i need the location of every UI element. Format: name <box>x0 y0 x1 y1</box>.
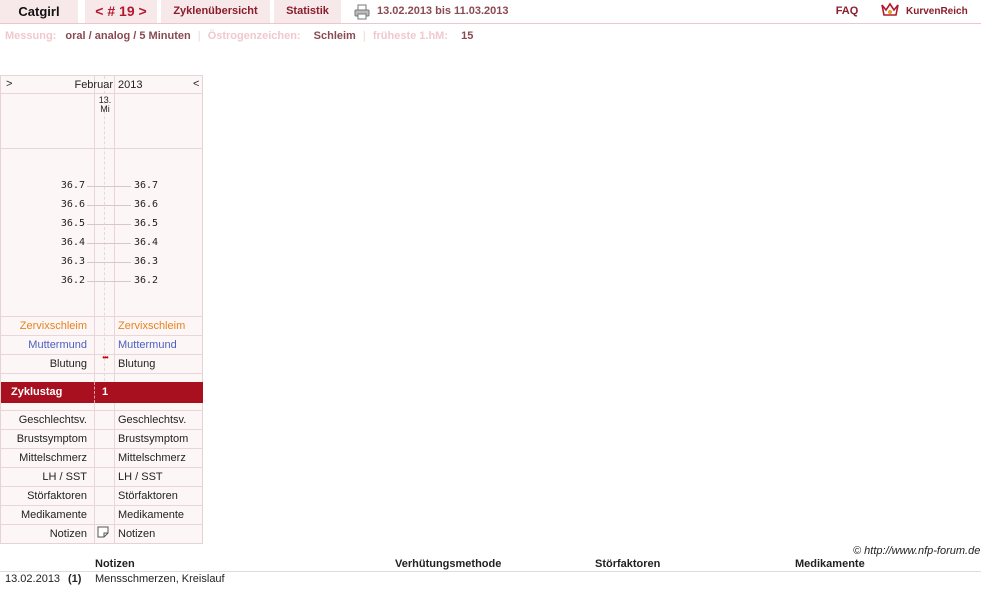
geschlechtsverkehr-label: Geschlechtsv. <box>18 414 87 426</box>
muttermund-label: Muttermund <box>28 339 87 351</box>
faq-link[interactable]: FAQ <box>830 0 864 23</box>
measurement-info: Messung: oral / analog / 5 Minuten | Öst… <box>5 30 473 44</box>
temp-label-left: 36.6 <box>60 199 85 210</box>
note-row-text: Mensschmerzen, Kreislauf <box>95 573 225 585</box>
zervixschleim-label-right: Zervixschleim <box>118 320 186 332</box>
table-header-divider <box>0 571 981 572</box>
col-header-verhuetung: Verhütungsmethode <box>395 558 502 570</box>
blutung-label: Blutung <box>49 358 87 370</box>
blutung-label-right: Blutung <box>118 358 156 370</box>
notizen-label-right: Notizen <box>118 528 156 540</box>
geschlechtsverkehr-label-right: Geschlechtsv. <box>118 414 187 426</box>
estrogen-label: Östrogenzeichen: <box>207 30 301 42</box>
separator: | <box>362 30 366 42</box>
temp-gridline <box>87 243 131 244</box>
temp-gridline <box>87 281 131 282</box>
stoerfaktoren-label: Störfaktoren <box>27 490 87 502</box>
note-row-date: 13.02.2013 <box>5 573 61 585</box>
column-divider <box>114 76 115 543</box>
top-bar: Catgirl < # 19 > Zyklenübersicht Statist… <box>0 0 981 24</box>
temp-label-right: 36.7 <box>134 180 159 191</box>
temp-gridline <box>87 224 131 225</box>
zervixschleim-label: Zervixschleim <box>19 320 87 332</box>
temp-label-left: 36.5 <box>60 218 85 229</box>
kurvenreich-logo-text[interactable]: KurvenReich <box>906 0 981 23</box>
note-row-number: (1) <box>68 573 82 585</box>
temp-label-left: 36.4 <box>60 237 85 248</box>
user-name[interactable]: Catgirl <box>0 0 78 23</box>
measure-value: oral / analog / 5 Minuten <box>65 30 191 42</box>
temp-label-left: 36.7 <box>60 180 85 191</box>
kurvenreich-logo-icon[interactable] <box>880 2 900 20</box>
mittelschmerz-label: Mittelschmerz <box>19 452 87 464</box>
lh-sst-label: LH / SST <box>42 471 87 483</box>
notizen-label: Notizen <box>49 528 87 540</box>
temp-label-right: 36.3 <box>134 256 159 267</box>
measure-label: Messung: <box>5 30 57 42</box>
row-divider <box>1 93 203 94</box>
estrogen-value: Schleim <box>313 30 356 42</box>
month-label: Februar <box>74 79 113 91</box>
temp-label-right: 36.5 <box>134 218 159 229</box>
tab-zyklenuebersicht[interactable]: Zyklenübersicht <box>161 0 270 23</box>
earliest-label: früheste 1.hM: <box>372 30 449 42</box>
brustsymptom-label-right: Brustsymptom <box>118 433 189 445</box>
year-label: 2013 <box>118 79 143 91</box>
temp-label-left: 36.3 <box>60 256 85 267</box>
next-arrow[interactable]: < <box>193 78 199 90</box>
temp-label-right: 36.4 <box>134 237 159 248</box>
copyright: © http://www.nfp-forum.de <box>853 545 981 557</box>
temp-label-right: 36.2 <box>134 275 159 286</box>
lh-sst-label-right: LH / SST <box>118 471 163 483</box>
date-range: 13.02.2013 bis 11.03.2013 <box>377 0 517 23</box>
temp-gridline <box>87 186 131 187</box>
top-divider <box>0 23 981 24</box>
tab-statistik[interactable]: Statistik <box>274 0 341 23</box>
zyklustag-label: Zyklustag <box>11 386 63 398</box>
note-icon[interactable] <box>97 526 109 538</box>
zyklustag-row: Zyklustag 1 <box>1 382 203 403</box>
column-divider <box>94 76 95 543</box>
zyklustag-value: 1 <box>101 386 109 398</box>
row-divider <box>1 148 203 149</box>
medikamente-label-right: Medikamente <box>118 509 185 521</box>
col-header-medikamente: Medikamente <box>795 558 865 570</box>
muttermund-label-right: Muttermund <box>118 339 177 351</box>
temp-gridline <box>87 262 131 263</box>
temp-label-right: 36.6 <box>134 199 159 210</box>
earliest-value: 15 <box>461 30 474 42</box>
medikamente-label: Medikamente <box>20 509 87 521</box>
day-dashed-line <box>104 76 105 391</box>
mittelschmerz-label-right: Mittelschmerz <box>118 452 186 464</box>
temp-gridline <box>87 205 131 206</box>
temp-label-left: 36.2 <box>60 275 85 286</box>
brustsymptom-label: Brustsymptom <box>16 433 87 445</box>
cycle-chart: > Februar 2013 < 13. Mi 36.7 36.7 36.6 36.6… <box>0 75 203 544</box>
separator: | <box>197 30 201 42</box>
row-divider <box>1 373 203 374</box>
day-weekday: Mi <box>100 104 110 114</box>
printer-icon[interactable] <box>354 4 370 20</box>
bleeding-marker[interactable]: ••• <box>96 353 114 362</box>
cycle-navigation[interactable]: < # 19 > <box>85 0 157 23</box>
stoerfaktoren-label-right: Störfaktoren <box>118 490 178 502</box>
col-header-stoerfaktoren: Störfaktoren <box>595 558 661 570</box>
prev-arrow[interactable]: > <box>6 78 12 90</box>
col-header-notizen: Notizen <box>95 558 135 570</box>
